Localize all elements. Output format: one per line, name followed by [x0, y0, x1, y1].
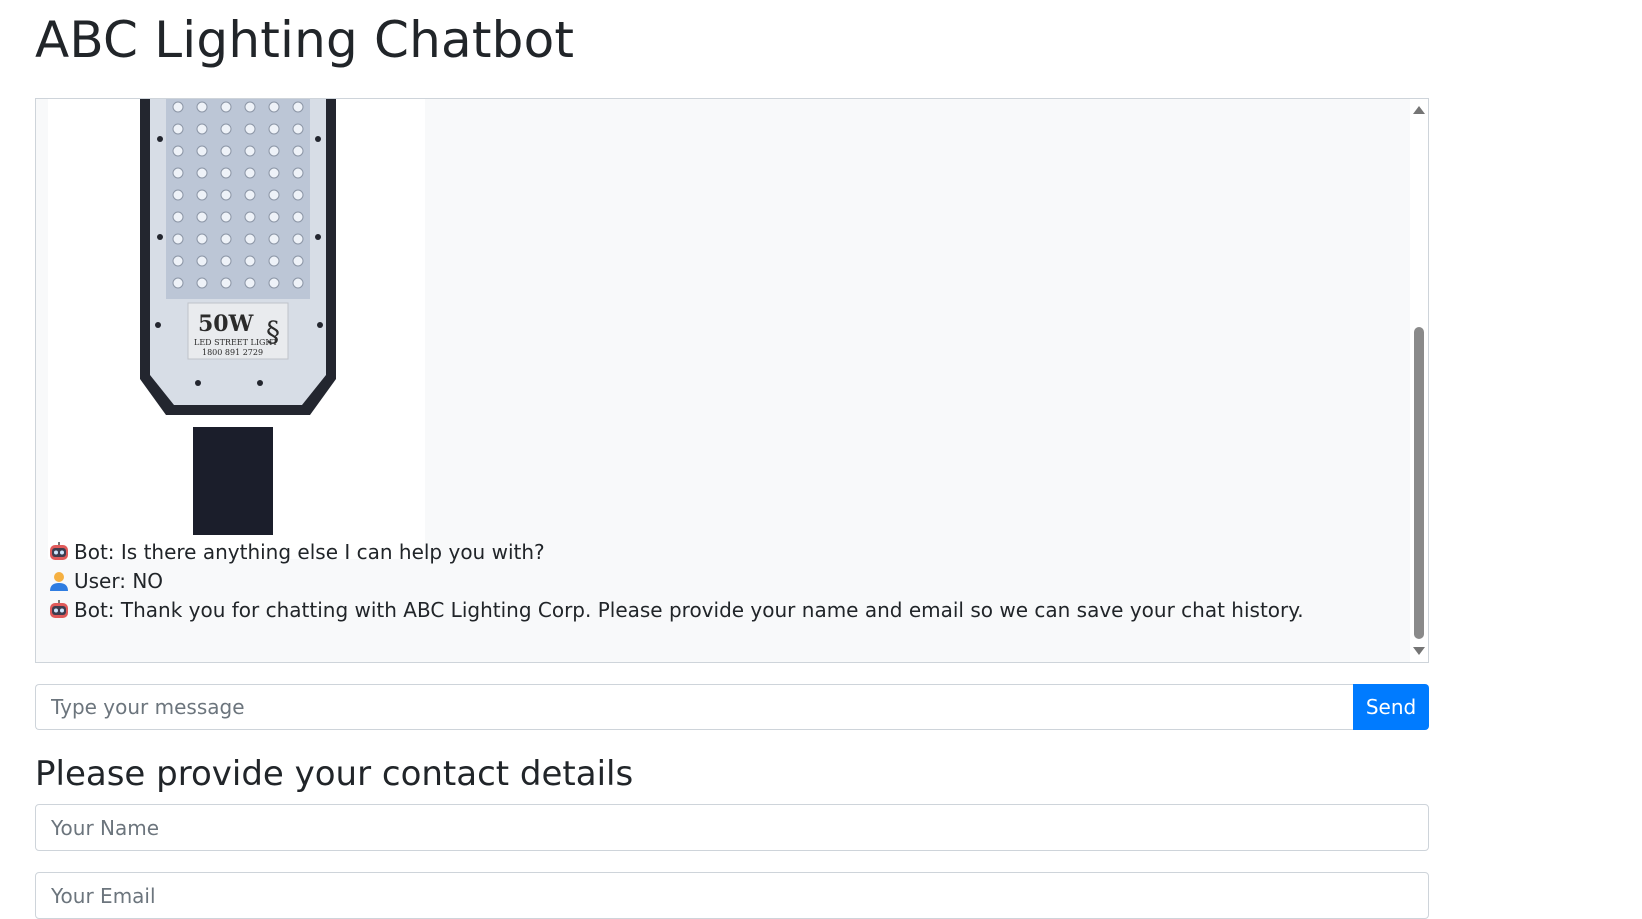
send-button[interactable]: Send — [1353, 684, 1429, 730]
name-field[interactable] — [35, 804, 1429, 851]
chat-message-text: User: NO — [74, 569, 164, 593]
chat-message-text: Bot: Thank you for chatting with ABC Lig… — [74, 598, 1304, 622]
chat-message-bot: Bot: Thank you for chatting with ABC Lig… — [48, 595, 1304, 625]
email-field[interactable] — [35, 872, 1429, 919]
page-title: ABC Lighting Chatbot — [35, 11, 575, 69]
svg-text:50W: 50W — [198, 311, 254, 337]
robot-icon — [48, 599, 70, 621]
scroll-up-arrow-icon[interactable] — [1413, 106, 1425, 114]
scrollbar-thumb[interactable] — [1414, 327, 1424, 639]
svg-text:1800 891 2729: 1800 891 2729 — [202, 348, 263, 357]
chat-history[interactable]: 50W LED STREET LIGHT 1800 891 2729 § Bot… — [35, 98, 1429, 663]
message-composer: Send — [35, 684, 1429, 730]
chat-scrollbar[interactable] — [1410, 99, 1428, 662]
chat-message-bot: Bot: Is there anything else I can help y… — [48, 537, 545, 567]
chat-messages: 50W LED STREET LIGHT 1800 891 2729 § Bot… — [48, 99, 1408, 662]
message-input[interactable] — [35, 684, 1353, 730]
product-image-street-light: 50W LED STREET LIGHT 1800 891 2729 § — [48, 99, 425, 559]
chat-message-user: User: NO — [48, 566, 163, 596]
contact-details-heading: Please provide your contact details — [35, 754, 634, 794]
svg-text:§: § — [266, 315, 280, 348]
person-icon — [48, 570, 70, 592]
chat-message-text: Bot: Is there anything else I can help y… — [74, 540, 545, 564]
street-light-illustration: 50W LED STREET LIGHT 1800 891 2729 § — [48, 99, 425, 559]
scroll-down-arrow-icon[interactable] — [1413, 647, 1425, 655]
robot-icon — [48, 541, 70, 563]
